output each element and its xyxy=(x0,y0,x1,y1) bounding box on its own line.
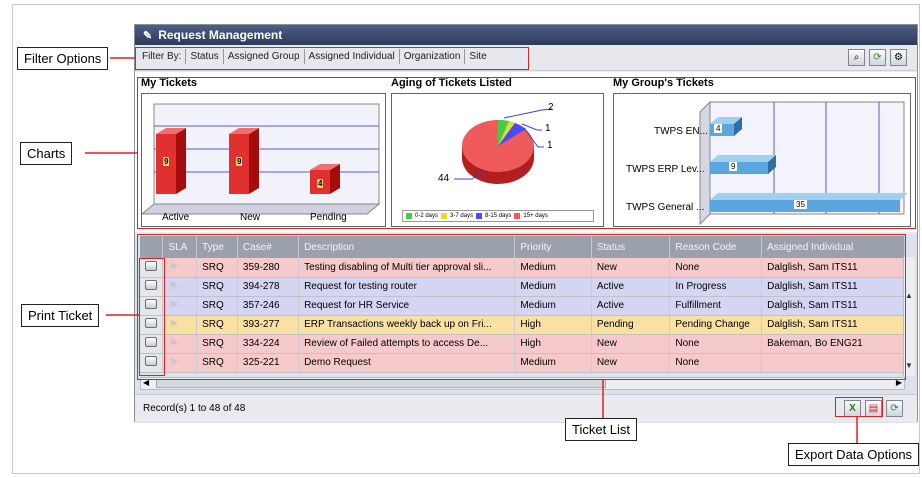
search-icon: ⌕ xyxy=(853,52,860,63)
refresh-button[interactable]: ⟳ xyxy=(869,49,886,66)
charts-highlight xyxy=(137,77,916,229)
settings-icon: ⚙ xyxy=(894,52,903,63)
filter-highlight xyxy=(135,47,529,70)
horizontal-scroll-thumb[interactable] xyxy=(156,379,606,388)
page-title: Request Management xyxy=(158,28,283,42)
scroll-up-icon[interactable]: ▲ xyxy=(905,291,913,300)
search-button[interactable]: ⌕ xyxy=(848,49,865,66)
scroll-down-icon[interactable]: ▼ xyxy=(905,361,913,370)
callout-ticket-list: Ticket List xyxy=(565,418,638,441)
refresh-icon: ⟳ xyxy=(890,403,899,414)
callout-charts: Charts xyxy=(20,142,73,165)
title-bar: ✎ Request Management xyxy=(135,25,917,45)
ticket-list-highlight xyxy=(137,234,906,380)
callout-filter-options: Filter Options xyxy=(17,47,109,70)
refresh-icon: ⟳ xyxy=(873,52,882,63)
settings-button[interactable]: ⚙ xyxy=(890,49,907,66)
callout-export-data: Export Data Options xyxy=(788,443,920,466)
record-count: Record(s) 1 to 48 of 48 xyxy=(143,403,246,414)
callout-print-ticket: Print Ticket xyxy=(21,304,100,327)
list-footer: Record(s) 1 to 48 of 48 X ▤ ⟳ xyxy=(135,394,917,422)
refresh-list-button[interactable]: ⟳ xyxy=(886,400,903,417)
tools-icon: ✎ xyxy=(143,29,153,42)
export-highlight xyxy=(835,397,883,417)
